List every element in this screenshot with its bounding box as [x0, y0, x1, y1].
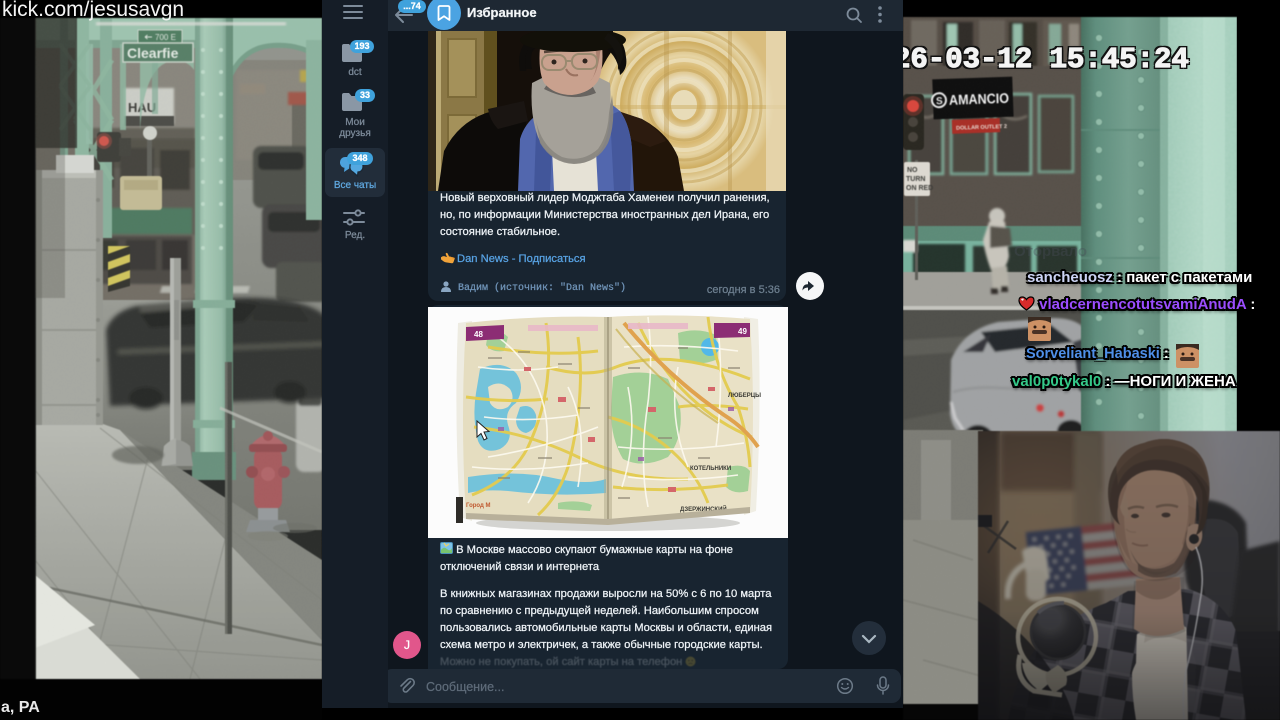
svg-text:Город М: Город М [466, 503, 491, 509]
svg-text:48: 48 [474, 330, 483, 339]
svg-text:ЛЮБЕРЦЫ: ЛЮБЕРЦЫ [728, 393, 761, 399]
svg-text:КОТЕЛЬНИКИ: КОТЕЛЬНИКИ [690, 466, 731, 472]
svg-text:49: 49 [738, 327, 747, 336]
